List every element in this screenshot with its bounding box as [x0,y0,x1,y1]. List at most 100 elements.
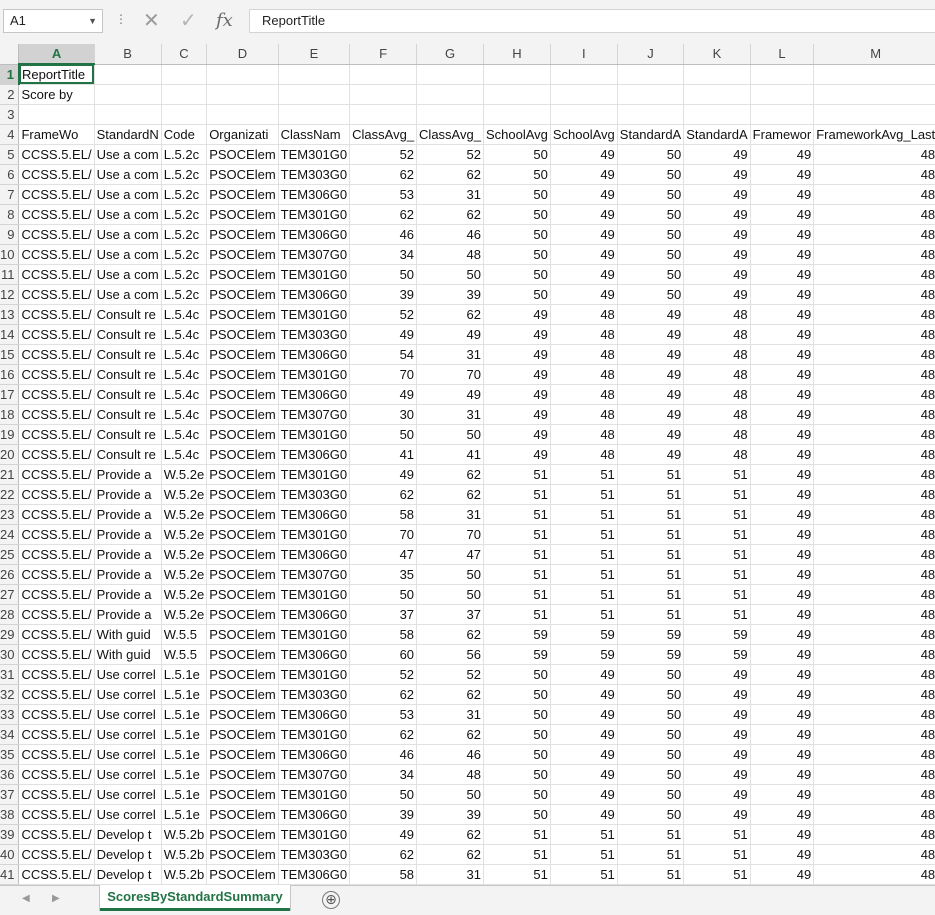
enter-icon[interactable]: ✓ [180,9,197,33]
row-header[interactable]: 32 [0,684,20,705]
cell[interactable]: W.5.2e [161,604,208,625]
row-header[interactable]: 11 [0,264,20,285]
cell[interactable]: 48 [813,464,935,485]
cell[interactable]: 39 [349,284,418,305]
cell[interactable]: 49 [750,524,815,545]
cell[interactable]: SchoolAvg [550,124,618,145]
cell[interactable]: L.5.2c [161,184,208,205]
cell[interactable]: 49 [750,844,815,865]
cell[interactable]: 51 [683,864,751,885]
row-header[interactable]: 34 [0,724,20,745]
cell[interactable]: 49 [550,684,618,705]
cell[interactable]: 51 [617,524,685,545]
cell[interactable]: Use a com [94,284,162,305]
cell[interactable]: PSOCElem [206,304,279,325]
cell[interactable]: 49 [683,724,751,745]
cell[interactable]: 51 [617,824,685,845]
prev-sheet-icon[interactable]: ◀ [22,893,30,904]
cell[interactable] [416,64,484,85]
cell[interactable]: TEM306G0 [278,384,351,405]
cell[interactable]: Provide a [94,484,162,505]
cell[interactable]: TEM306G0 [278,704,351,725]
cell[interactable]: TEM306G0 [278,544,351,565]
cell[interactable]: PSOCElem [206,584,279,605]
cell[interactable]: 51 [483,464,551,485]
cell[interactable]: 50 [349,584,418,605]
cell[interactable]: Provide a [94,604,162,625]
cell[interactable]: 50 [416,424,484,445]
cell[interactable]: 49 [750,644,815,665]
cell[interactable]: 51 [617,464,685,485]
cell[interactable]: TEM307G0 [278,764,351,785]
cell[interactable] [683,64,751,85]
row-header[interactable]: 14 [0,324,20,345]
cell[interactable]: 49 [683,744,751,765]
cell[interactable]: 35 [349,564,418,585]
cell[interactable] [94,64,162,85]
cell[interactable]: 49 [750,264,815,285]
cell[interactable]: CCSS.5.EL/ [18,444,95,465]
cell[interactable]: CCSS.5.EL/ [18,324,95,345]
cell[interactable]: 49 [550,704,618,725]
cell[interactable]: W.5.2b [161,864,208,885]
cell[interactable]: Use correl [94,804,162,825]
row-header[interactable]: 3 [0,104,20,125]
cell[interactable]: 59 [550,624,618,645]
cell[interactable]: 48 [813,364,935,385]
cell[interactable] [617,104,685,125]
cell[interactable]: 48 [813,404,935,425]
row-header[interactable]: 8 [0,204,20,225]
cell[interactable] [750,104,815,125]
cell[interactable]: 49 [750,624,815,645]
cell[interactable]: 30 [349,404,418,425]
cell[interactable]: L.5.2c [161,204,208,225]
cell[interactable]: 48 [813,284,935,305]
cell[interactable]: 49 [750,224,815,245]
cell[interactable]: 50 [483,804,551,825]
column-header[interactable]: K [683,44,751,65]
cell[interactable]: Use correl [94,684,162,705]
cell[interactable]: 49 [550,264,618,285]
cell[interactable]: 49 [683,664,751,685]
cell[interactable]: 48 [813,624,935,645]
cell[interactable]: CCSS.5.EL/ [18,764,95,785]
cell[interactable]: 50 [416,264,484,285]
cell[interactable]: 49 [750,484,815,505]
cell[interactable]: Use a com [94,264,162,285]
cell[interactable]: 48 [550,304,618,325]
row-header[interactable]: 26 [0,564,20,585]
next-sheet-icon[interactable]: ▶ [52,893,60,904]
add-sheet-icon[interactable]: ⊕ [322,891,340,909]
row-header[interactable]: 22 [0,484,20,505]
cell[interactable]: 50 [349,784,418,805]
cell[interactable]: 52 [349,304,418,325]
cell[interactable]: 48 [813,484,935,505]
more-options-icon[interactable]: ⋮ [115,12,127,26]
cell[interactable]: 50 [483,784,551,805]
cell[interactable]: CCSS.5.EL/ [18,684,95,705]
cell[interactable]: 49 [483,324,551,345]
cell[interactable]: Consult re [94,444,162,465]
cell[interactable]: 49 [617,404,685,425]
cell[interactable]: Code [161,124,208,145]
row-header[interactable]: 18 [0,404,20,425]
cell[interactable]: PSOCElem [206,664,279,685]
cell[interactable]: 51 [683,484,751,505]
cell[interactable]: L.5.2c [161,244,208,265]
column-header[interactable]: H [483,44,551,65]
cell[interactable]: TEM307G0 [278,404,351,425]
cell[interactable] [683,84,751,105]
cell[interactable]: 31 [416,184,484,205]
cell[interactable]: 51 [550,504,618,525]
sheet-tab[interactable]: ScoresByStandardSummary [100,885,290,911]
cancel-icon[interactable]: ✕ [143,9,160,33]
cell[interactable]: 49 [750,384,815,405]
cell[interactable]: 58 [349,624,418,645]
cell[interactable]: ReportTitle [18,64,95,85]
cell[interactable]: 39 [416,804,484,825]
cell[interactable]: 48 [813,704,935,725]
cell[interactable]: StandardA [683,124,751,145]
cell[interactable]: 48 [813,184,935,205]
cell[interactable]: 49 [550,144,618,165]
cell[interactable] [617,64,685,85]
